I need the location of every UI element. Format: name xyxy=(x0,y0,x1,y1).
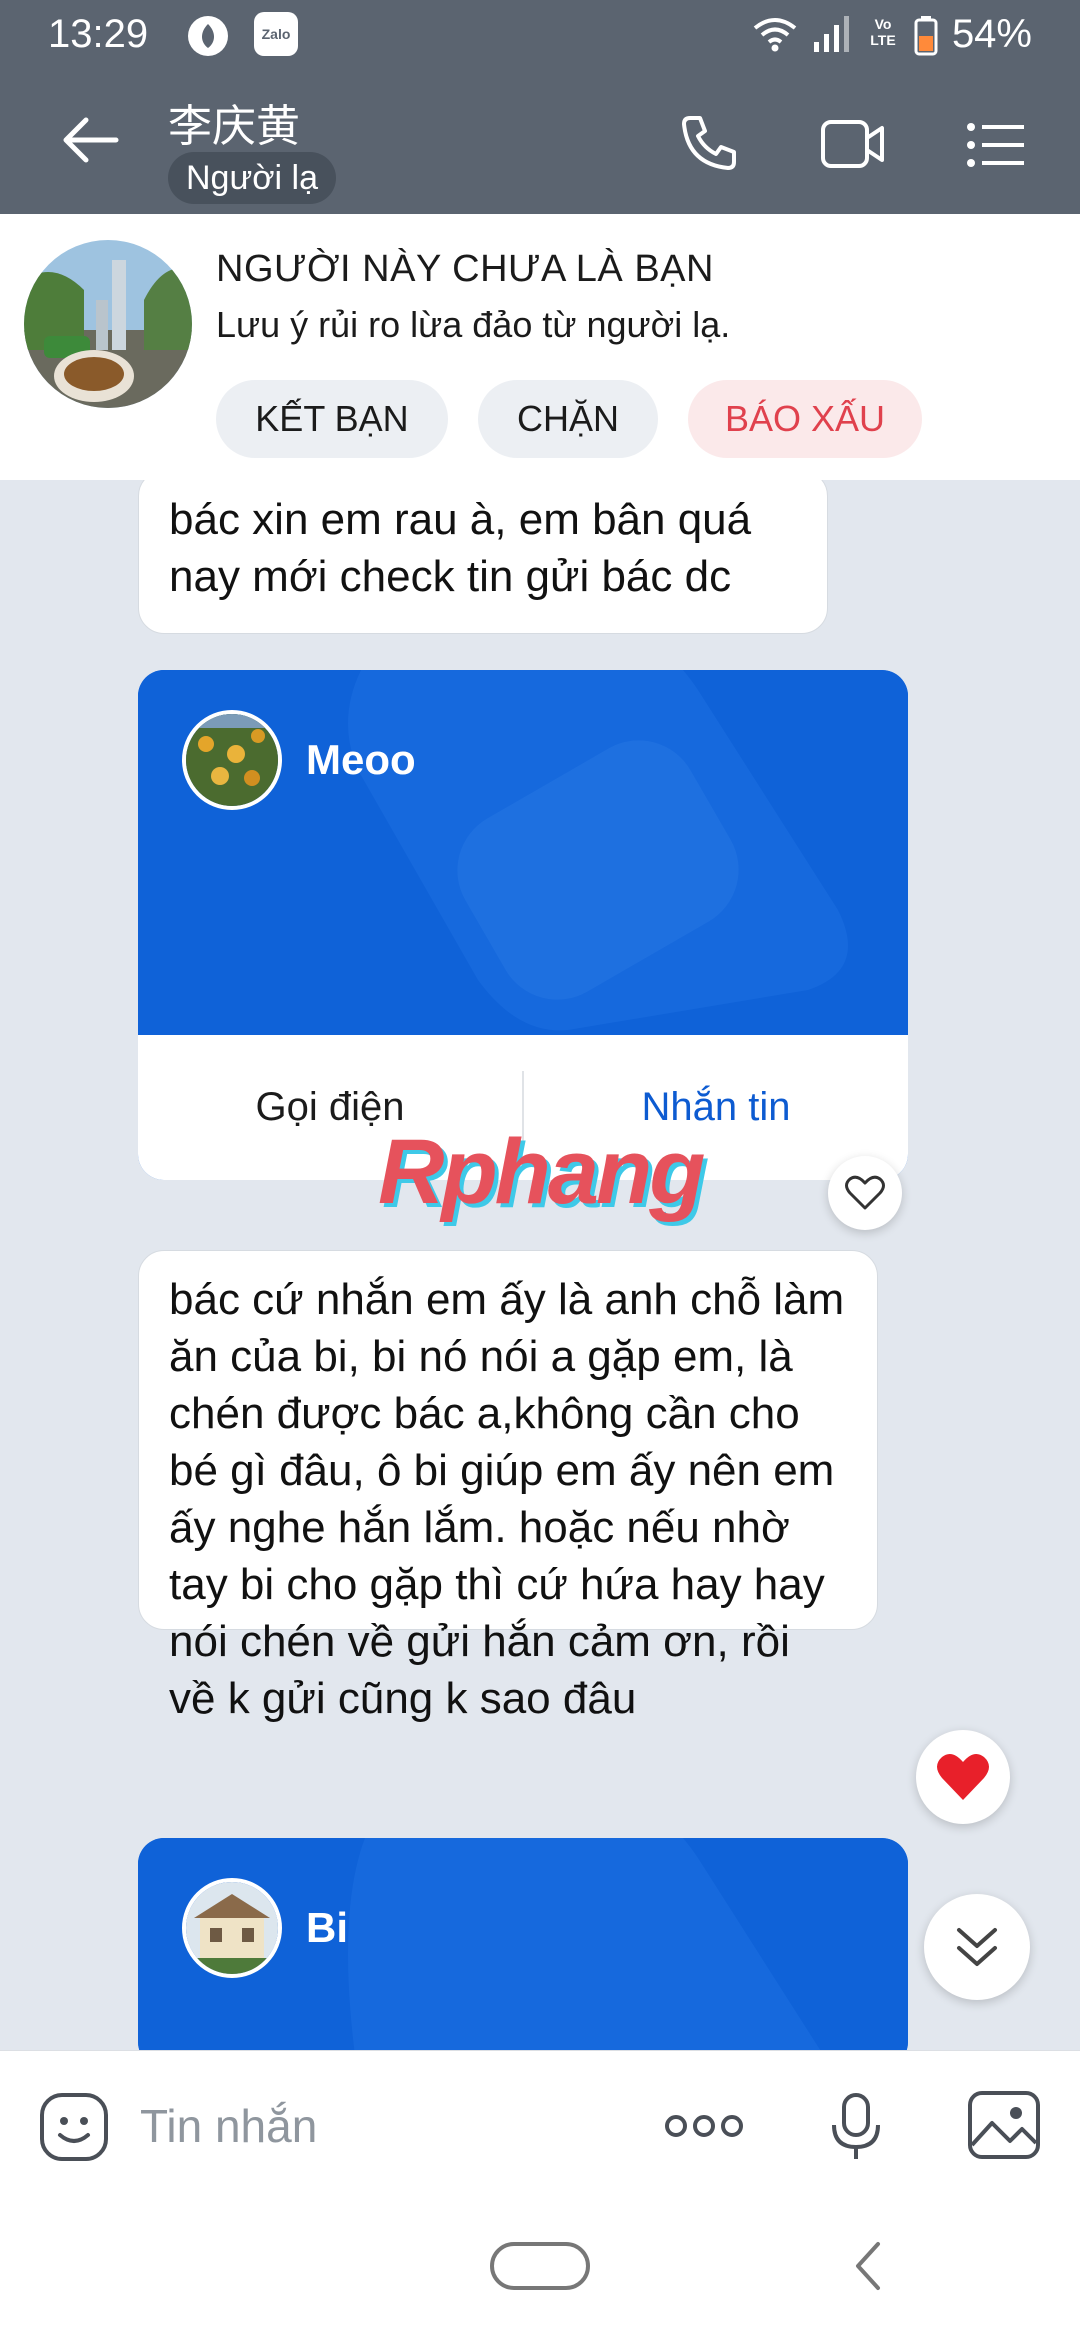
voice-icon[interactable] xyxy=(826,2091,886,2168)
meoo-avatar xyxy=(182,710,282,810)
stranger-banner: NGƯỜI NÀY CHƯA LÀ BẠN Lưu ý rủi ro lừa đ… xyxy=(0,214,1080,480)
contact-card-bi[interactable]: Bi xyxy=(138,1838,908,2050)
phone-icon[interactable] xyxy=(678,112,740,179)
heart-filled-icon xyxy=(936,1752,990,1807)
message-text: bác xin em rau à, em bân quá nay mới che… xyxy=(169,495,752,601)
scroll-to-bottom-button[interactable] xyxy=(924,1894,1030,2000)
card-name: Bi xyxy=(306,1904,348,1951)
react-heart-button[interactable] xyxy=(828,1156,902,1230)
reaction-heart-button[interactable] xyxy=(916,1730,1010,1824)
message-bubble-1[interactable]: bác xin em rau à, em bân quá nay mới che… xyxy=(138,480,828,634)
home-pill-icon[interactable] xyxy=(488,2240,592,2297)
watermark: Rphang xyxy=(378,1121,705,1223)
banner-subtitle: Lưu ý rủi ro lừa đảo từ người lạ. xyxy=(216,304,731,345)
message-text: bác cứ nhắn em ấy là anh chỗ làm ăn của … xyxy=(169,1275,845,1723)
bi-avatar xyxy=(182,1878,282,1978)
report-button[interactable]: BÁO XẤU xyxy=(688,380,922,458)
contact-avatar[interactable] xyxy=(24,240,192,408)
message-input-bar: Tin nhắn xyxy=(0,2050,1080,2201)
zalo-icon: Zalo xyxy=(254,12,298,56)
more-icon[interactable] xyxy=(664,2111,744,2146)
battery-icon xyxy=(914,16,938,61)
sticker-icon[interactable] xyxy=(38,2091,110,2168)
contact-card-meoo[interactable]: Meoo Gọi điện Nhắn tin xyxy=(138,670,908,1180)
system-nav-bar xyxy=(0,2200,1080,2340)
banner-title: NGƯỜI NÀY CHƯA LÀ BẠN xyxy=(216,248,714,290)
stranger-badge: Người lạ xyxy=(168,152,336,204)
double-chevron-down-icon xyxy=(955,1924,999,1975)
menu-list-icon[interactable] xyxy=(966,122,1026,173)
message-input[interactable]: Tin nhắn xyxy=(140,2099,317,2153)
vietnam-app-icon xyxy=(186,14,230,63)
back-arrow-icon[interactable] xyxy=(62,116,120,169)
message-bubble-2[interactable]: bác cứ nhắn em ấy là anh chỗ làm ăn của … xyxy=(138,1250,878,1723)
heart-outline-icon xyxy=(845,1175,885,1216)
card-name: Meoo xyxy=(306,736,416,783)
status-time: 13:29 xyxy=(48,12,149,56)
image-icon[interactable] xyxy=(966,2089,1042,2166)
contact-name[interactable]: 李庆黄 xyxy=(168,90,300,154)
chat-header: 李庆黄 Người lạ xyxy=(0,72,1080,214)
battery-percent: 54% xyxy=(951,12,1032,56)
nav-back-icon[interactable] xyxy=(852,2240,884,2297)
signal-icon xyxy=(812,14,852,59)
chat-area[interactable]: bác xin em rau à, em bân quá nay mới che… xyxy=(0,480,1080,2050)
video-call-icon[interactable] xyxy=(820,118,886,175)
status-bar: 13:29 Zalo Vo LTE 54% xyxy=(0,0,1080,72)
add-friend-button[interactable]: KẾT BẠN xyxy=(216,380,448,458)
block-button[interactable]: CHẶN xyxy=(478,380,658,458)
wifi-icon xyxy=(752,14,798,59)
volte-icon: Vo LTE xyxy=(870,16,896,48)
